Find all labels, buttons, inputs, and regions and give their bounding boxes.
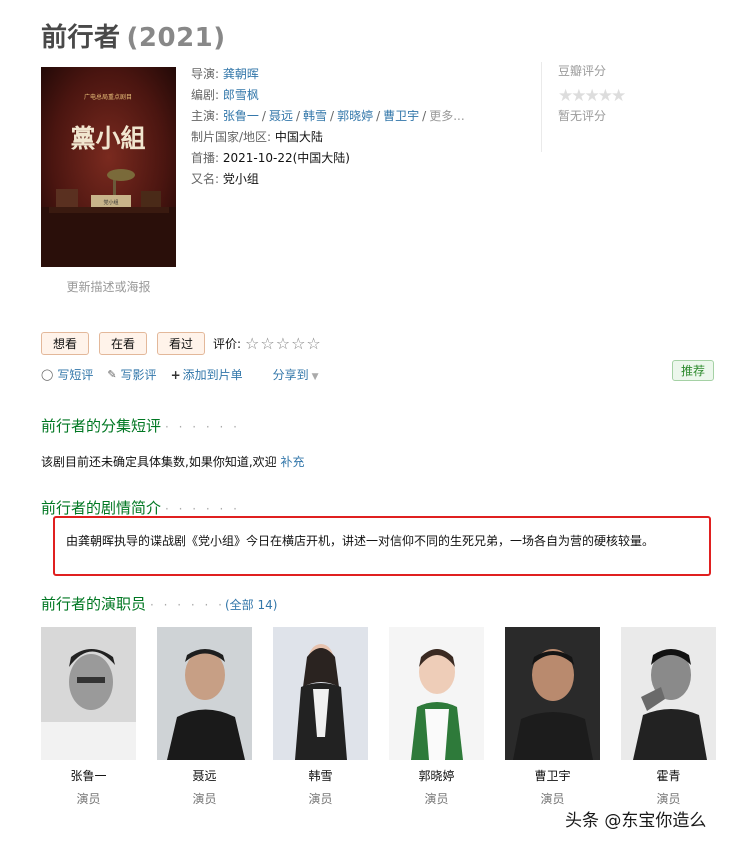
celebrity-photo[interactable] xyxy=(41,627,136,760)
watching-button[interactable]: 在看 xyxy=(99,332,147,355)
recommend-button[interactable]: 推荐 xyxy=(672,360,715,381)
director-link[interactable]: 龚朝晖 xyxy=(223,67,259,81)
summary-heading-text: 前行者的剧情简介 xyxy=(41,499,162,517)
summary-heading: 前行者的剧情简介 · · · · · · xyxy=(41,497,240,518)
celebrity-photo[interactable] xyxy=(157,627,252,760)
writer-label: 编剧 xyxy=(191,88,216,102)
celebrity-role: 演员 xyxy=(192,792,217,806)
poster-title: 黨小組 xyxy=(70,124,145,153)
review-label[interactable]: 写影评 xyxy=(121,366,157,383)
info-cast: 主演: 张鲁一 / 聂远 / 韩雪 / 郭晓婷 / 曹卫宇 / 更多... xyxy=(191,109,465,123)
celebrity-item[interactable]: 曹卫宇 演员 xyxy=(505,627,600,807)
celebrity-role: 演员 xyxy=(308,792,333,806)
rate-label: 评价: xyxy=(213,337,242,351)
celebrity-item[interactable]: 郭晓婷 演员 xyxy=(389,627,484,807)
celebrity-name[interactable]: 韩雪 xyxy=(273,767,368,784)
celebrity-name[interactable]: 霍青 xyxy=(621,767,716,784)
celebrity-photo[interactable] xyxy=(273,627,368,760)
info-director: 导演: 龚朝晖 xyxy=(191,67,259,81)
want-to-watch-button[interactable]: 想看 xyxy=(41,332,89,355)
plus-icon: + xyxy=(170,367,181,382)
episodes-note-text: 该剧目前还未确定具体集数,如果你知道,欢迎 xyxy=(41,455,277,469)
celebrity-photo[interactable] xyxy=(621,627,716,760)
celebrity-role: 演员 xyxy=(540,792,565,806)
celebrity-photo[interactable] xyxy=(505,627,600,760)
info-writer: 编剧: 郎雪枫 xyxy=(191,88,259,102)
review-link[interactable]: ✎ 写影评 xyxy=(107,366,156,383)
poster-image[interactable]: 广电总局重点剧目 黨小組 党小组 xyxy=(41,67,176,267)
country-label: 制片国家/地区 xyxy=(191,130,268,144)
aka-value: 党小组 xyxy=(222,172,259,186)
celebrity-role: 演员 xyxy=(656,792,681,806)
short-review-label[interactable]: 写短评 xyxy=(57,366,93,383)
page-title: 前行者 (2021) xyxy=(41,17,226,54)
celebrity-item[interactable]: 聂远 演员 xyxy=(157,627,252,807)
paren-close: ) xyxy=(272,598,278,612)
caret-down-icon: ▼ xyxy=(311,372,319,382)
title-year: (2021) xyxy=(126,23,226,53)
share-dropdown[interactable]: 分享到 ▼ xyxy=(273,366,319,383)
episodes-note: 该剧目前还未确定具体集数,如果你知道,欢迎 补充 xyxy=(41,453,304,470)
cast-link[interactable]: 韩雪 xyxy=(303,109,327,123)
watermark-text: 头条 @东宝你造么 xyxy=(565,811,707,831)
all-cast-link[interactable]: 全部 14 xyxy=(230,598,273,612)
cast-link[interactable]: 郭晓婷 xyxy=(337,109,373,123)
episodes-supplement-link[interactable]: 补充 xyxy=(280,455,304,469)
cast-label: 主演 xyxy=(191,109,216,123)
celebrity-name[interactable]: 聂远 xyxy=(157,767,252,784)
info-premiere: 首播: 2021-10-22(中国大陆) xyxy=(191,151,350,165)
cast-list: 张鲁一 演员 聂远 演员 韩雪 演员 郭晓婷 演员 曹卫宇 演员 霍青 演员 xyxy=(41,627,716,807)
rating-panel: 豆瓣评分 ★★★★★ 暂无评分 xyxy=(541,62,728,152)
cast-link[interactable]: 张鲁一 xyxy=(223,109,259,123)
celebrity-item[interactable]: 张鲁一 演员 xyxy=(41,627,136,807)
episodes-heading: 前行者的分集短评 · · · · · · xyxy=(41,415,240,436)
celebrity-photo[interactable] xyxy=(389,627,484,760)
premiere-value: 2021-10-22(中国大陆) xyxy=(222,151,350,165)
watched-button[interactable]: 看过 xyxy=(157,332,205,355)
cast-link[interactable]: 聂远 xyxy=(269,109,293,123)
premiere-label: 首播 xyxy=(191,151,216,165)
celebrity-name[interactable]: 张鲁一 xyxy=(41,767,136,784)
summary-dots: · · · · · · xyxy=(165,502,240,516)
celebrity-item[interactable]: 霍青 演员 xyxy=(621,627,716,807)
summary-text: 由龚朝晖执导的谍战剧《党小组》今日在横店开机，讲述一对信仰不同的生死兄弟，一场各… xyxy=(66,534,655,548)
share-label[interactable]: 分享到 xyxy=(273,368,309,382)
info-country: 制片国家/地区: 中国大陆 xyxy=(191,130,323,144)
title-name: 前行者 xyxy=(41,23,121,53)
sub-actions: ◯ 写短评 ✎ 写影评 + 添加到片单 分享到 ▼ xyxy=(41,366,319,383)
cast-dots: · · · · · · xyxy=(150,598,225,612)
poster-sub: 党小组 xyxy=(103,199,118,206)
rating-title: 豆瓣评分 xyxy=(558,64,607,78)
short-review-link[interactable]: ◯ 写短评 xyxy=(41,366,93,383)
celebrity-role: 演员 xyxy=(424,792,449,806)
subject-info: 导演: 龚朝晖 编剧: 郎雪枫 主演: 张鲁一 / 聂远 / 韩雪 / 郭晓婷 / 曹卫宇 / 更多… xyxy=(191,64,465,190)
cast-link[interactable]: 曹卫宇 xyxy=(383,109,419,123)
episodes-heading-text: 前行者的分集短评 xyxy=(41,417,162,435)
poster-header: 广电总局重点剧目 xyxy=(84,93,132,101)
rate-stars-input[interactable]: ☆☆☆☆☆ xyxy=(245,334,322,353)
celebrity-item[interactable]: 韩雪 演员 xyxy=(273,627,368,807)
rating-stars-icon: ★★★★★ xyxy=(558,86,626,106)
add-to-list-link[interactable]: + 添加到片单 xyxy=(171,366,243,383)
add-to-list-label[interactable]: 添加到片单 xyxy=(183,366,243,383)
cast-heading-text: 前行者的演职员 xyxy=(41,595,147,613)
info-aka: 又名: 党小组 xyxy=(191,172,259,186)
celebrity-name[interactable]: 郭晓婷 xyxy=(389,767,484,784)
country-value: 中国大陆 xyxy=(274,130,323,144)
pencil-icon: ✎ xyxy=(107,368,117,381)
celebrity-name[interactable]: 曹卫宇 xyxy=(505,767,600,784)
update-poster-link[interactable]: 更新描述或海报 xyxy=(41,278,176,295)
no-rating-text: 暂无评分 xyxy=(558,109,607,123)
writer-link[interactable]: 郎雪枫 xyxy=(223,88,259,102)
celebrity-role: 演员 xyxy=(76,792,101,806)
comment-icon: ◯ xyxy=(41,368,54,381)
aka-label: 又名 xyxy=(191,172,216,186)
interest-actions: 想看 在看 看过 评价: ☆☆☆☆☆ xyxy=(41,332,322,355)
cast-heading: 前行者的演职员 · · · · · ·(全部 14) xyxy=(41,593,277,614)
director-label: 导演 xyxy=(191,67,216,81)
cast-more-link[interactable]: 更多... xyxy=(429,109,464,123)
episodes-dots: · · · · · · xyxy=(165,420,240,434)
